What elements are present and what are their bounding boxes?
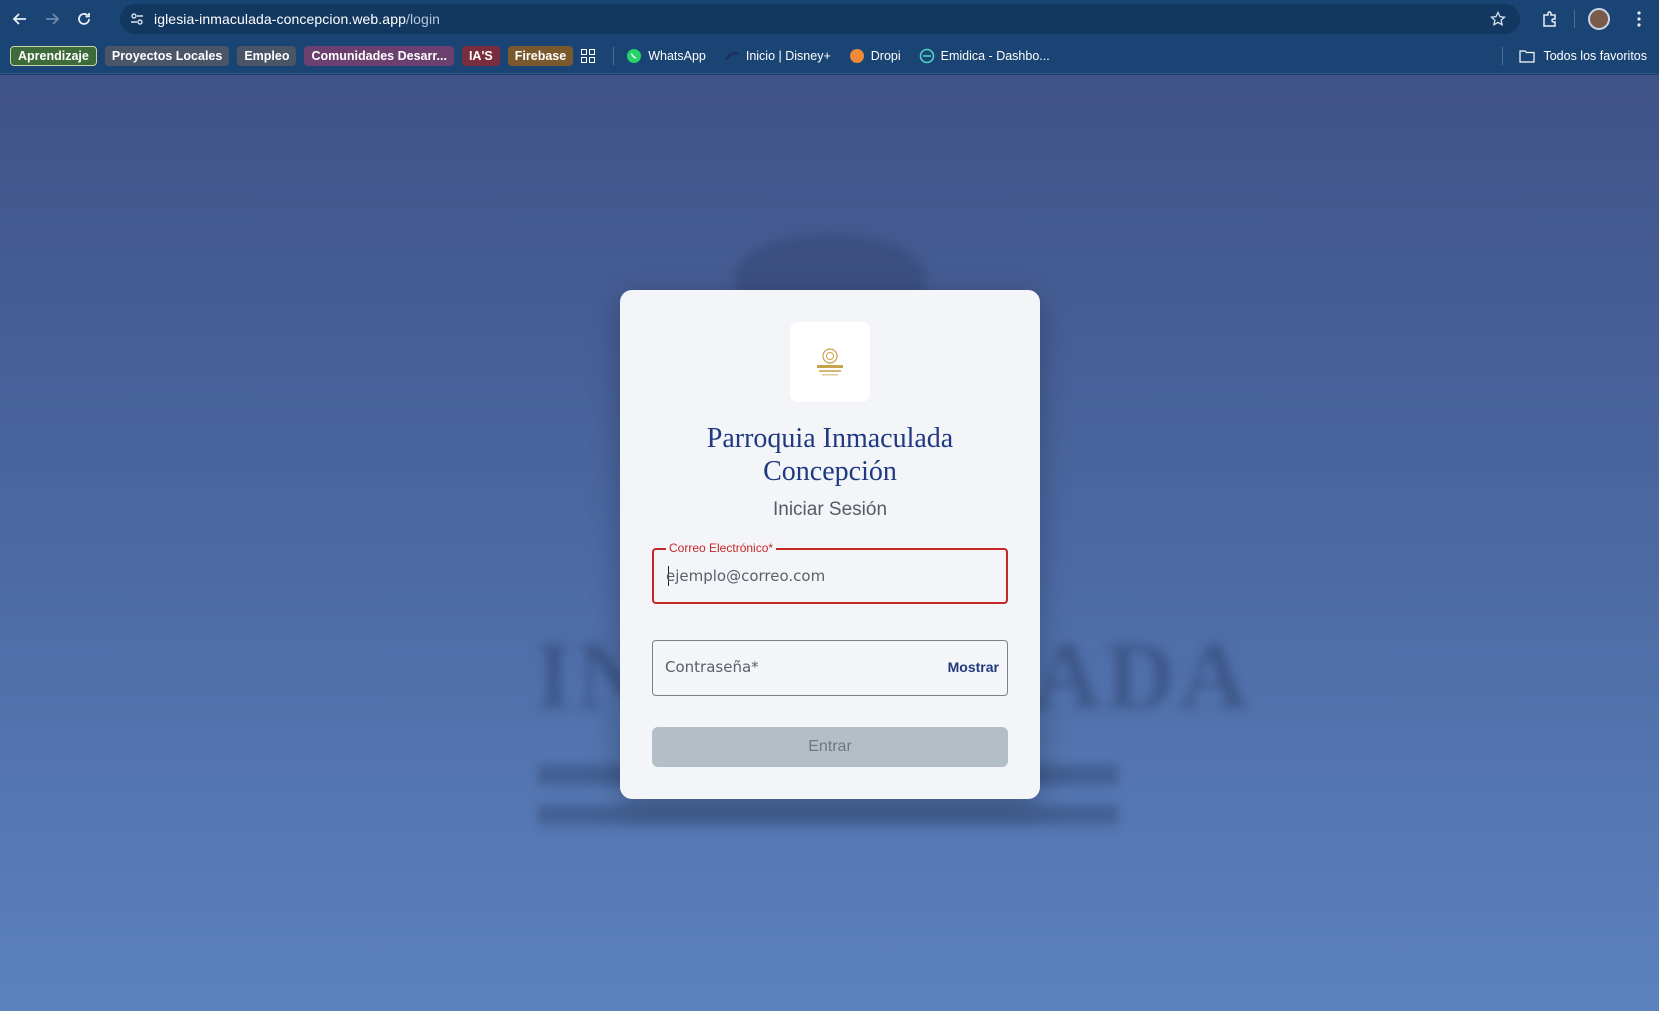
page-title: Parroquia Inmaculada Concepción xyxy=(620,422,1040,488)
login-card: Parroquia Inmaculada Concepción Iniciar … xyxy=(620,290,1040,799)
title-line-2: Concepción xyxy=(763,456,897,487)
arrow-right-icon xyxy=(46,13,60,25)
forward-button[interactable] xyxy=(36,3,68,35)
back-button[interactable] xyxy=(4,3,36,35)
submit-button[interactable]: Entrar xyxy=(652,727,1008,767)
parish-logo xyxy=(790,322,870,402)
disney-icon xyxy=(724,48,740,64)
url-text: iglesia-inmaculada-concepcion.web.app/lo… xyxy=(154,11,440,27)
bookmark-dropi[interactable]: Dropi xyxy=(849,48,901,64)
bookmark-label: Emidica - Dashbo... xyxy=(940,48,1050,63)
bookmark-whatsapp[interactable]: WhatsApp xyxy=(626,48,706,64)
bookmark-folder-firebase[interactable]: Firebase xyxy=(507,45,574,66)
all-favorites-label: Todos los favoritos xyxy=(1543,49,1647,63)
browser-toolbar: iglesia-inmaculada-concepcion.web.app/lo… xyxy=(0,0,1659,38)
apps-grid-button[interactable] xyxy=(581,48,596,63)
grid-icon xyxy=(581,48,596,63)
all-favorites-button[interactable]: Todos los favoritos xyxy=(1502,38,1647,74)
dropi-icon xyxy=(849,48,865,64)
bookmark-disney[interactable]: Inicio | Disney+ xyxy=(724,48,831,64)
kebab-menu-icon xyxy=(1637,11,1641,27)
folder-icon xyxy=(1519,50,1536,63)
bookmark-emidica[interactable]: Emidica - Dashbo... xyxy=(919,48,1050,64)
toolbar-right xyxy=(1530,3,1659,35)
menu-button[interactable] xyxy=(1619,3,1659,35)
bookmarks-divider xyxy=(1502,47,1504,65)
url-host: iglesia-inmaculada-concepcion.web.app xyxy=(154,11,406,27)
parish-emblem-icon xyxy=(817,348,843,376)
toolbar-divider xyxy=(1574,10,1575,28)
password-input[interactable] xyxy=(665,641,965,693)
bookmark-folder-comunidades[interactable]: Comunidades Desarr... xyxy=(304,45,454,66)
bookmark-star-icon[interactable] xyxy=(1489,10,1507,32)
bookmark-folder-empleo[interactable]: Empleo xyxy=(237,45,297,66)
password-field: Mostrar xyxy=(652,640,1008,696)
show-password-button[interactable]: Mostrar xyxy=(948,659,999,675)
whatsapp-icon xyxy=(626,48,642,64)
bookmark-folder-aprendizaje[interactable]: Aprendizaje xyxy=(10,45,97,66)
bookmarks-divider xyxy=(613,46,615,65)
email-field: Correo Electrónico* xyxy=(652,541,1008,604)
extensions-button[interactable] xyxy=(1530,3,1570,35)
avatar xyxy=(1588,8,1610,30)
bookmark-label: WhatsApp xyxy=(648,48,706,63)
login-page: INMACULADA Parroquia Inmaculada Concepci… xyxy=(0,75,1659,1011)
address-bar[interactable]: iglesia-inmaculada-concepcion.web.app/lo… xyxy=(120,4,1520,34)
reload-icon xyxy=(78,13,90,25)
url-path: /login xyxy=(405,11,441,27)
bookmark-folder-proyectos[interactable]: Proyectos Locales xyxy=(104,45,230,66)
email-input[interactable] xyxy=(666,550,966,602)
bookmark-label: Inicio | Disney+ xyxy=(745,48,831,63)
site-settings-icon[interactable] xyxy=(120,4,154,34)
arrow-left-icon xyxy=(12,13,26,25)
reload-button[interactable] xyxy=(68,3,100,35)
emidica-icon xyxy=(919,48,935,64)
bookmark-label: Dropi xyxy=(870,48,901,63)
profile-button[interactable] xyxy=(1579,3,1619,35)
page-subtitle: Iniciar Sesión xyxy=(772,499,888,520)
title-line-1: Parroquia Inmaculada xyxy=(706,423,954,454)
bookmark-folder-ias[interactable]: IA'S xyxy=(461,45,500,66)
puzzle-icon xyxy=(1543,11,1556,27)
bookmarks-bar: Aprendizaje Proyectos Locales Empleo Com… xyxy=(0,38,1659,74)
